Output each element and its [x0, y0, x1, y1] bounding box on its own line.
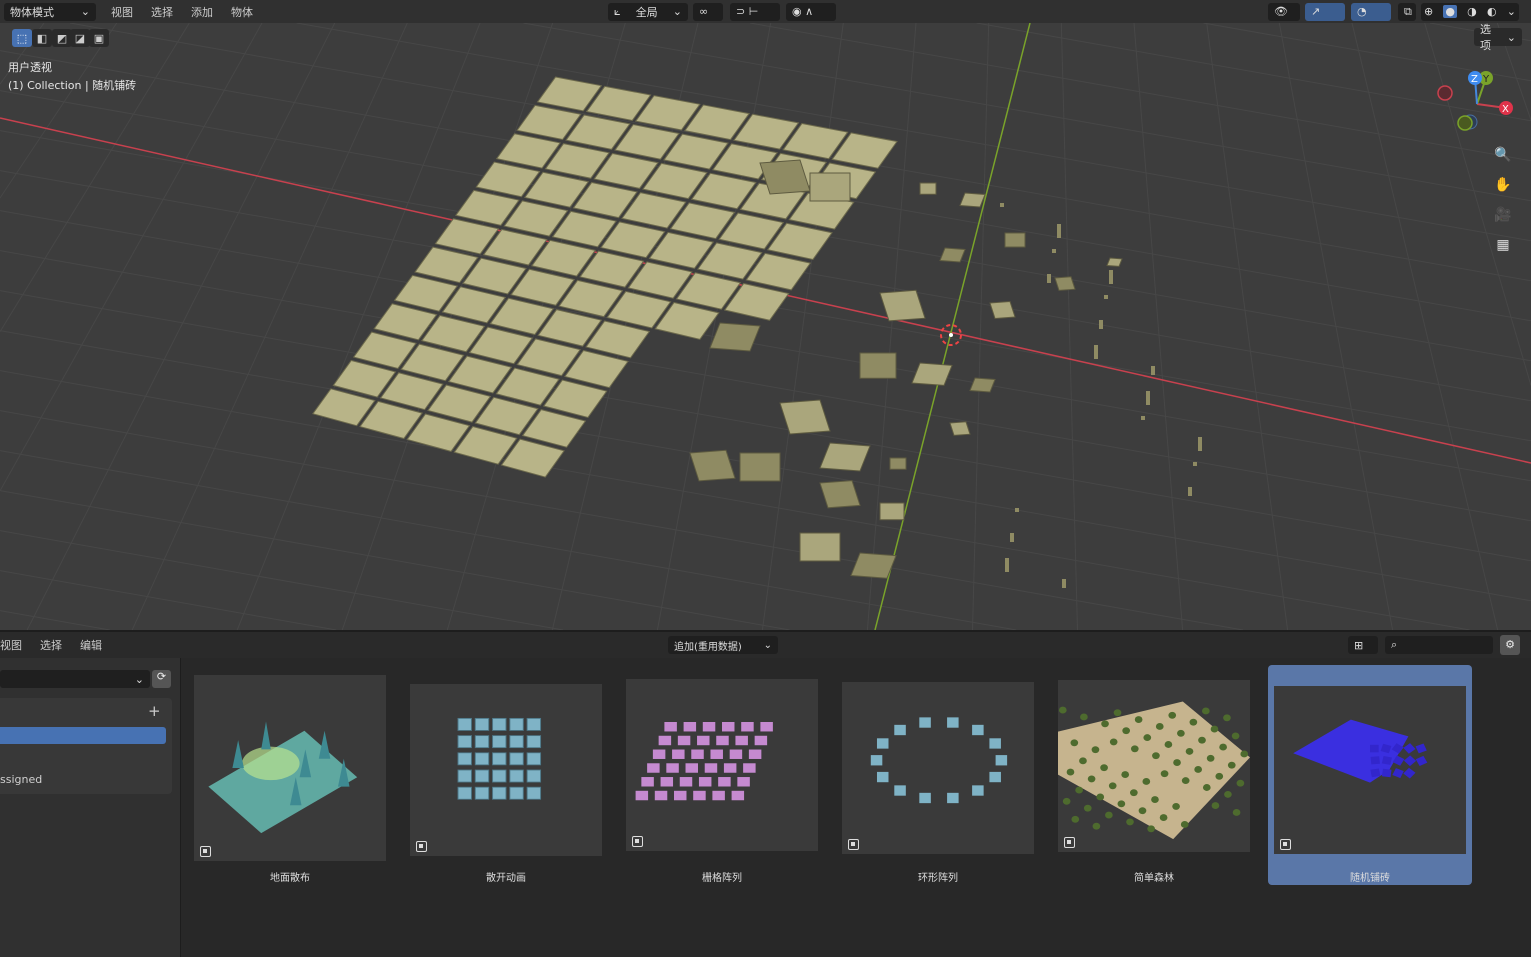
asset-thumbnail [194, 675, 386, 861]
asset-card[interactable]: 简单森林 [1052, 665, 1256, 885]
object-type-icon [632, 836, 643, 847]
select-invert-icon[interactable]: ◪ [70, 29, 90, 47]
catalog-tree: + ssigned [0, 698, 172, 794]
menu-add[interactable]: 添加 [182, 4, 222, 20]
gizmo-icon: ↗ [1311, 5, 1321, 18]
material-icon[interactable]: ◑ [1467, 5, 1477, 18]
asset-label: 随机铺砖 [1350, 873, 1390, 884]
xray-icon: ⧉ [1404, 4, 1412, 18]
options-dropdown[interactable]: 选项 ⌄ [1474, 23, 1522, 52]
add-catalog-icon[interactable]: + [148, 702, 161, 720]
object-type-icon [848, 839, 859, 850]
rendered-icon[interactable]: ◐ [1487, 5, 1497, 18]
link-icon: ∞ [699, 5, 709, 18]
snap-icon: ⊃ ⊢ [736, 5, 759, 18]
chevron-down-icon: ⌄ [763, 639, 772, 651]
asset-thumbnail [626, 679, 818, 851]
catalog-item-unassigned[interactable]: ssigned [0, 773, 42, 786]
asset-card[interactable]: 散开动画 [404, 665, 608, 885]
asset-grid: 地面散布 散开动画 栅格阵列 环形阵列 简单森林 随机铺砖 [181, 658, 1531, 957]
axes-icon: ⟀ [614, 4, 621, 18]
view-name: 用户透视 [8, 61, 52, 74]
object-type-icon [1280, 839, 1291, 850]
collection-info: (1) Collection | 随机铺砖 [8, 79, 137, 92]
mode-label: 物体模式 [10, 5, 54, 19]
asset-catalog-panel: ⌄ ⟳ + ssigned [0, 658, 180, 957]
snap-dropdown[interactable]: ⊃ ⊢ [730, 2, 780, 21]
asset-label: 栅格阵列 [702, 873, 742, 884]
refresh-icon[interactable]: ⟳ [152, 670, 171, 688]
menu-select[interactable]: 选择 [142, 4, 182, 20]
ab-menu-edit[interactable]: 编辑 [71, 637, 111, 653]
catalog-item-selected[interactable] [0, 727, 166, 744]
chevron-down-icon: ⌄ [134, 672, 144, 686]
ab-menu-select[interactable]: 选择 [31, 637, 71, 653]
orientation-dropdown[interactable]: ⟀ 全局 ⌄ [608, 2, 688, 21]
object-type-icon [200, 846, 211, 857]
eye-icon: 👁 [1274, 5, 1288, 18]
proportional-edit[interactable]: ◉ ∧ [786, 2, 836, 21]
chevron-down-icon: ⌄ [1506, 30, 1516, 44]
select-subtract-icon[interactable]: ◩ [52, 29, 72, 47]
asset-thumbnail [842, 682, 1034, 854]
menu-view[interactable]: 视图 [102, 4, 142, 20]
gear-icon[interactable]: ⚙ [1500, 635, 1520, 655]
asset-label: 环形阵列 [918, 873, 958, 884]
gizmo-y-label: Y [1482, 74, 1490, 85]
chevron-down-icon[interactable]: ⌄ [1507, 5, 1516, 18]
xray-toggle[interactable]: ⧉ [1398, 2, 1416, 21]
object-type-icon [416, 841, 427, 852]
asset-label: 散开动画 [486, 873, 526, 884]
asset-label: 简单森林 [1134, 873, 1174, 884]
select-intersect-icon[interactable]: ▣ [89, 29, 109, 47]
gizmo-toggle[interactable]: ↗ [1305, 2, 1345, 21]
wireframe-icon[interactable]: ⊕ [1424, 5, 1433, 18]
overlay-toggle[interactable]: ◔ [1351, 2, 1391, 21]
proportional-icon: ◉ ∧ [792, 5, 814, 18]
import-method-label: 追加(重用数据) [674, 641, 742, 653]
chevron-down-icon: ⌄ [672, 5, 682, 18]
options-label: 选项 [1480, 23, 1491, 52]
asset-card[interactable]: 环形阵列 [836, 665, 1040, 885]
search-icon: ⌕ [1391, 638, 1398, 651]
camera-icon[interactable]: 🎥 [1491, 203, 1515, 227]
shading-modes: ⊕ ● ◑ ◐ ⌄ [1421, 2, 1519, 21]
select-extend-icon[interactable]: ◧ [32, 29, 52, 47]
orientation-label: 全局 [635, 5, 658, 19]
ab-menu-view[interactable]: 视图 [0, 637, 31, 653]
asset-label: 地面散布 [270, 873, 310, 884]
asset-browser-header: 视图 选择 编辑 追加(重用数据) ⌄ ⊞ ⌕ ⚙ [0, 632, 1531, 658]
display-mode-dropdown[interactable]: ⊞ [1348, 636, 1378, 654]
asset-thumbnail [410, 684, 602, 856]
asset-card[interactable]: 栅格阵列 [620, 665, 824, 885]
import-method-dropdown[interactable]: 追加(重用数据) ⌄ [668, 636, 778, 654]
scene-canvas [0, 23, 1531, 630]
mode-dropdown[interactable]: 物体模式 ⌄ [4, 2, 96, 21]
gizmo-x-label: X [1502, 104, 1509, 115]
select-new-icon[interactable]: ⬚ [12, 29, 32, 47]
asset-card[interactable]: 随机铺砖 [1268, 665, 1472, 885]
solid-icon[interactable]: ● [1443, 5, 1457, 18]
3d-viewport[interactable]: ⬚ ◧ ◩ ◪ ▣ 用户透视 (1) Collection | 随机铺砖 选项 ⌄… [0, 23, 1531, 630]
object-type-icon [1064, 837, 1075, 848]
asset-thumbnail [1058, 680, 1250, 852]
chevron-down-icon: ⌄ [80, 5, 90, 18]
pivot-dropdown[interactable]: ∞ [693, 2, 723, 21]
asset-thumbnail [1274, 686, 1466, 854]
grid-ortho-icon[interactable]: ▦ [1491, 233, 1515, 257]
search-input[interactable]: ⌕ [1385, 636, 1493, 654]
gizmo-z-label: Z [1471, 74, 1478, 85]
hand-pan-icon[interactable]: ✋ [1491, 173, 1515, 197]
navigation-gizmo[interactable]: Y Z X [1435, 68, 1525, 148]
asset-card[interactable]: 地面散布 [188, 665, 392, 885]
grid-view-icon: ⊞ [1354, 638, 1364, 652]
overlay-icon: ◔ [1357, 5, 1367, 18]
library-dropdown[interactable]: ⌄ [0, 670, 150, 688]
menu-object[interactable]: 物体 [222, 4, 262, 20]
header-bar: 物体模式 ⌄ 视图 选择 添加 物体 ⟀ 全局 ⌄ ∞ ⊃ ⊢ ◉ ∧ 👁 ↗ ◔ ⧉… [0, 0, 1531, 23]
visibility-dropdown[interactable]: 👁 [1268, 2, 1300, 21]
